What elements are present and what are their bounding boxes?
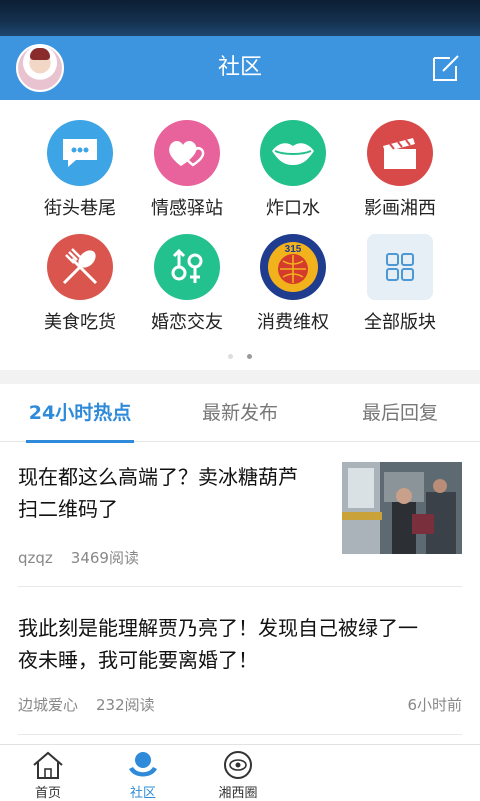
nav-xiangxiquan[interactable]: 湘西圈	[193, 745, 283, 801]
page-dot-active	[247, 354, 252, 359]
post-title-line: 夜未睡，我可能要离婚了！	[18, 648, 258, 672]
category-label: 婚恋交友	[151, 312, 223, 333]
post-item[interactable]: 现在都这么高端了？卖冰糖葫芦 扫二维码了 qzqz 3469阅读	[0, 443, 480, 587]
post-time: 6小时前	[407, 696, 462, 714]
badge-315-text: 315	[285, 244, 302, 255]
post-author: 边城爱心	[18, 696, 79, 714]
tab-last-reply[interactable]: 最后回复	[350, 384, 450, 442]
category-grid: 街头巷尾 情感驿站 炸口水 影画湘西 美食吃货 婚恋交友 315 消费维权 全部…	[0, 100, 480, 370]
category-meishichihuo[interactable]: 美食吃货	[20, 214, 140, 333]
category-xiaofeiweiquan[interactable]: 315 消费维权	[233, 214, 353, 333]
post-meta: qzqz 3469阅读	[18, 547, 139, 568]
post-reads: 3469阅读	[70, 549, 139, 567]
fork-spoon-icon	[47, 234, 113, 300]
post-title-line: 扫二维码了	[18, 497, 118, 521]
gender-icon	[154, 234, 220, 300]
post-reads: 232阅读	[96, 696, 155, 714]
post-author: qzqz	[18, 549, 53, 567]
page-dot	[228, 354, 233, 359]
tab-latest[interactable]: 最新发布	[190, 384, 290, 442]
post-separator	[18, 586, 462, 587]
category-label: 消费维权	[257, 312, 329, 333]
post-item[interactable]: 我此刻是能理解贾乃亮了！发现自己被绿了一 夜未睡，我可能要离婚了！ 边城爱心 23…	[0, 588, 480, 738]
nav-label: 社区	[129, 786, 156, 801]
nav-community[interactable]: 社区	[98, 745, 188, 801]
category-yinghuaxiangxi[interactable]: 影画湘西	[340, 100, 460, 219]
circle-eye-icon	[224, 751, 252, 779]
page-title: 社区	[217, 55, 262, 80]
grid-icon	[367, 234, 433, 300]
nav-label: 湘西圈	[218, 786, 258, 801]
category-qingganyizhan[interactable]: 情感驿站	[127, 100, 247, 219]
post-title: 我此刻是能理解贾乃亮了！发现自己被绿了一 夜未睡，我可能要离婚了！	[18, 612, 418, 676]
nav-label: 首页	[34, 786, 61, 801]
section-divider	[0, 370, 480, 384]
community-icon	[129, 752, 157, 777]
lips-icon	[260, 120, 326, 186]
bottom-nav: 首页 社区 湘西圈	[0, 744, 480, 801]
hearts-icon	[154, 120, 220, 186]
nav-home[interactable]: 首页	[3, 745, 93, 801]
home-icon	[33, 751, 63, 779]
app-header: 社区	[0, 36, 480, 100]
category-label: 美食吃货	[44, 312, 116, 333]
post-title: 现在都这么高端了？卖冰糖葫芦 扫二维码了	[18, 461, 298, 525]
post-title-line: 现在都这么高端了？卖冰糖葫芦	[18, 465, 298, 489]
post-meta: 边城爱心 232阅读	[18, 694, 155, 715]
post-thumbnail	[342, 462, 462, 554]
category-hunlianjiaoyou[interactable]: 婚恋交友	[127, 214, 247, 333]
clapperboard-icon	[367, 120, 433, 186]
category-quanbubankuai[interactable]: 全部版块	[340, 214, 460, 333]
category-jietouxiangwei[interactable]: 街头巷尾	[20, 100, 140, 219]
page-indicator	[0, 344, 480, 363]
feed-tabs: 24小时热点 最新发布 最后回复	[0, 384, 480, 443]
chat-bubble-icon	[47, 120, 113, 186]
post-title-line: 我此刻是能理解贾乃亮了！发现自己被绿了一	[18, 616, 418, 640]
status-bar	[0, 0, 480, 36]
compose-icon[interactable]	[430, 52, 462, 84]
post-separator	[18, 734, 462, 735]
consumer-rights-315-icon: 315	[260, 234, 326, 300]
category-label: 全部版块	[364, 312, 436, 333]
tab-24h-hot[interactable]: 24小时热点	[26, 384, 134, 443]
category-zhakoushui[interactable]: 炸口水	[233, 100, 353, 219]
